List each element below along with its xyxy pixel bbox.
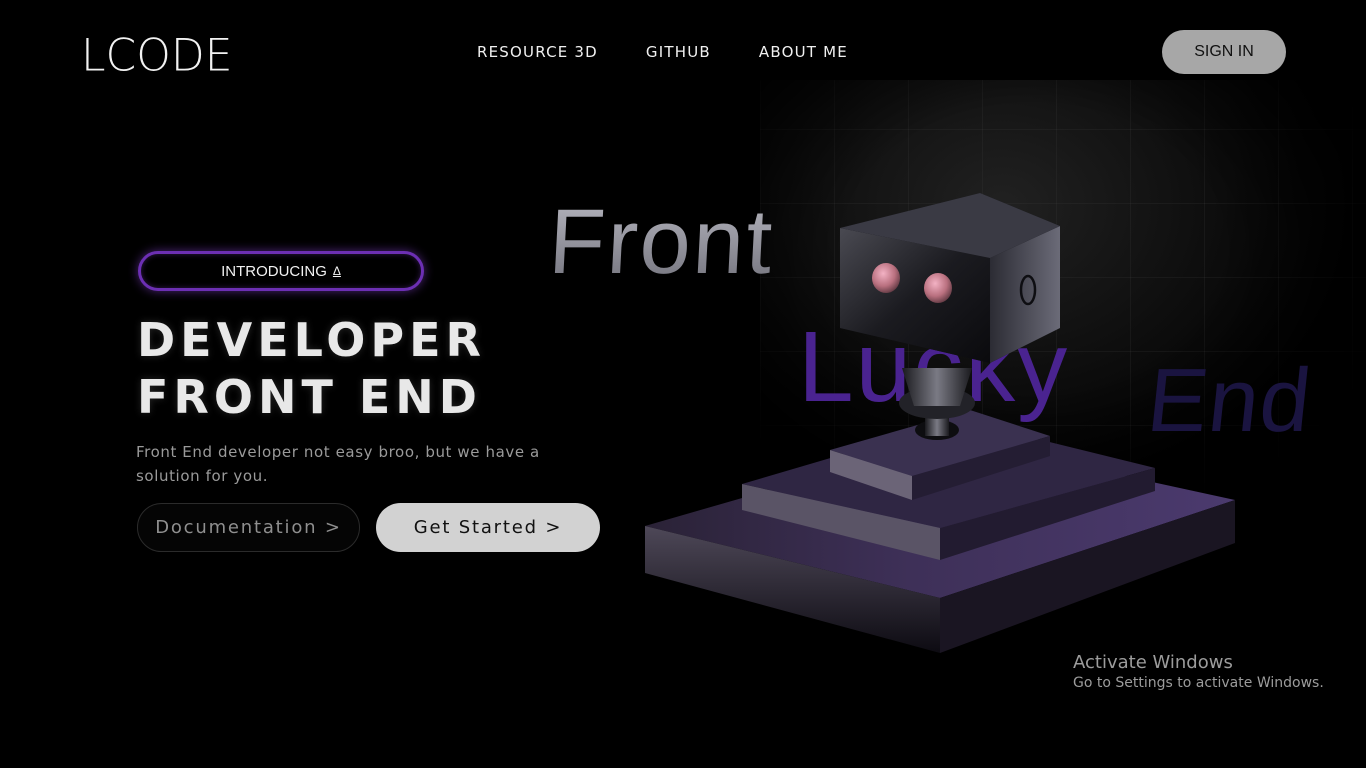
hero-title-line-1: DEVELOPER [137, 313, 486, 367]
nav-resource-3d[interactable]: RESOURCE 3D [477, 43, 598, 61]
hero-description: Front End developer not easy broo, but w… [136, 443, 540, 485]
nav-github[interactable]: GITHUB [646, 43, 711, 61]
activate-windows-watermark: Activate Windows Go to Settings to activ… [1073, 652, 1324, 691]
delta-icon: Δ [332, 264, 341, 278]
hero-title-line-2: FRONT END [137, 370, 482, 424]
sign-in-button[interactable]: SIGN IN [1162, 30, 1286, 74]
badge-label: INTRODUCING [221, 262, 327, 280]
landing-page: LCODE RESOURCE 3D GITHUB ABOUT ME SIGN I… [0, 0, 1366, 768]
get-started-button[interactable]: Get Started > [376, 503, 600, 552]
robot-illustration [645, 193, 1235, 653]
main-nav: RESOURCE 3D GITHUB ABOUT ME [477, 43, 848, 61]
hero-title: DEVELOPER FRONT END [137, 312, 486, 426]
watermark-subtitle: Go to Settings to activate Windows. [1073, 675, 1324, 691]
watermark-title: Activate Windows [1073, 652, 1233, 673]
documentation-button[interactable]: Documentation > [137, 503, 360, 552]
logo[interactable]: LCODE [81, 29, 233, 81]
introducing-badge[interactable]: INTRODUCING Δ [138, 251, 424, 291]
nav-about-me[interactable]: ABOUT ME [759, 43, 848, 61]
